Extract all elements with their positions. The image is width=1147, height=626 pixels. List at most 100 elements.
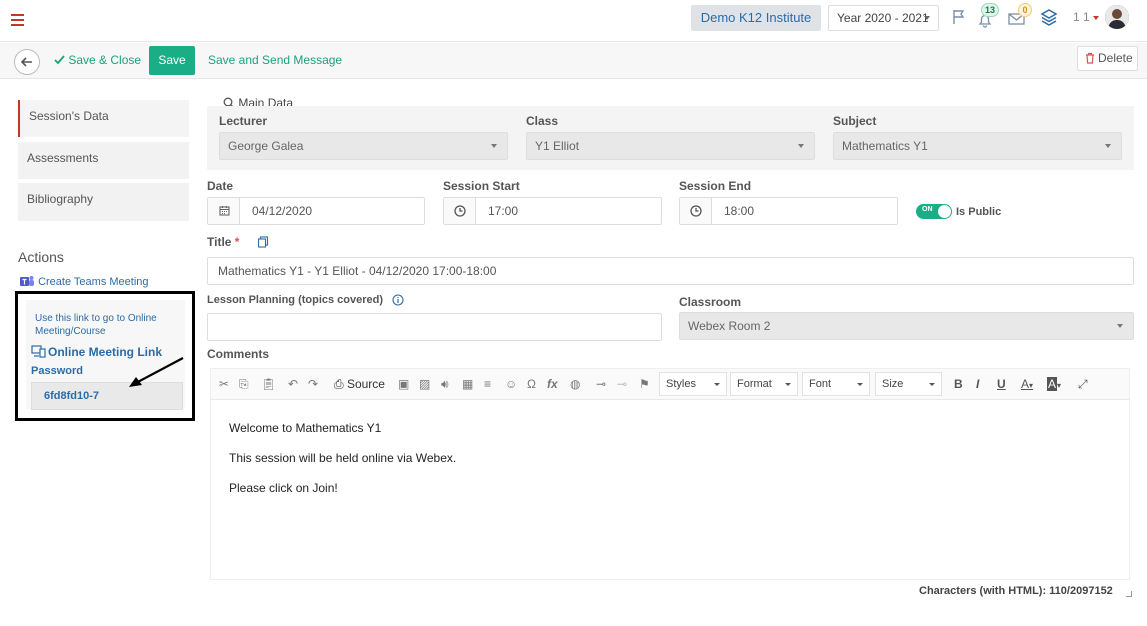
user-menu[interactable]: 1 1 xyxy=(1073,10,1099,24)
source-button[interactable]: ⎙ Source xyxy=(334,377,385,392)
styles-dropdown[interactable]: Styles xyxy=(659,372,727,396)
toggle-on-label: ON xyxy=(922,206,933,213)
teams-icon xyxy=(20,276,34,286)
math-formula-icon[interactable]: fx xyxy=(547,377,558,391)
top-bar: Demo K12 Institute Year 2020 - 2021 13 0… xyxy=(0,0,1147,42)
table-icon[interactable]: ▦ xyxy=(462,377,473,391)
editor-line: This session will be held online via Web… xyxy=(229,451,457,465)
online-meeting-box: Use this link to go to Online Meeting/Co… xyxy=(15,291,195,421)
create-teams-meeting-link[interactable]: Create Teams Meeting xyxy=(19,274,149,288)
check-icon xyxy=(54,55,65,65)
redo-icon[interactable]: ↷ xyxy=(308,377,318,391)
institute-selector[interactable]: Demo K12 Institute xyxy=(691,5,821,31)
undo-icon[interactable]: ↶ xyxy=(288,377,298,391)
sidebar-item-bibliography[interactable]: Bibliography xyxy=(18,183,189,221)
back-button[interactable] xyxy=(14,49,40,75)
copy-icon[interactable]: ⎘ xyxy=(239,377,249,392)
layers-icon[interactable] xyxy=(1040,8,1058,26)
teams-link-label: Create Teams Meeting xyxy=(38,276,149,288)
bold-button[interactable]: B xyxy=(954,377,963,391)
font-dropdown[interactable]: Font xyxy=(802,372,870,396)
date-value: 04/12/2020 xyxy=(252,204,313,218)
menu-icon[interactable] xyxy=(11,14,24,26)
devices-icon xyxy=(31,345,46,358)
image-icon[interactable]: ▣ xyxy=(398,377,409,391)
underline-button[interactable]: U xyxy=(997,377,1006,391)
clock-icon[interactable] xyxy=(680,198,712,224)
lesson-planning-label: Lesson Planning (topics covered) xyxy=(207,294,384,306)
globe-icon[interactable]: ◍ xyxy=(570,377,580,391)
class-select[interactable]: Y1 Elliot xyxy=(526,132,815,160)
resize-handle[interactable] xyxy=(1126,591,1132,597)
anchor-flag-icon[interactable]: ⚑ xyxy=(639,377,650,391)
comments-editor[interactable]: ✂ ⎘ 📋︎ ↶ ↷ ⎙ Source ▣ ▨ 🔊︎ ▦ ≡ ☺ Ω fx ◍ … xyxy=(210,368,1130,580)
link-hint: Use this link to go to Online Meeting/Co… xyxy=(35,313,157,337)
editor-toolbar: ✂ ⎘ 📋︎ ↶ ↷ ⎙ Source ▣ ▨ 🔊︎ ▦ ≡ ☺ Ω fx ◍ … xyxy=(211,369,1129,400)
sidebar-item-assessments[interactable]: Assessments xyxy=(18,142,189,179)
unlink-icon[interactable]: ⊸ xyxy=(617,377,627,391)
horizontal-line-icon[interactable]: ≡ xyxy=(484,377,491,391)
clock-icon[interactable] xyxy=(444,198,476,224)
classroom-label: Classroom xyxy=(679,295,742,309)
copy-icon[interactable] xyxy=(257,236,269,248)
classroom-select[interactable]: Webex Room 2 xyxy=(679,312,1134,340)
session-end-value: 18:00 xyxy=(724,204,755,218)
session-start-label: Session Start xyxy=(443,179,520,193)
chevron-down-icon xyxy=(857,383,863,386)
session-start-value: 17:00 xyxy=(488,204,519,218)
delete-button[interactable]: Delete xyxy=(1077,46,1138,71)
text-color-icon[interactable]: A▾ xyxy=(1021,377,1033,391)
audio-icon[interactable]: 🔊︎ xyxy=(441,377,449,392)
classroom-value: Webex Room 2 xyxy=(688,319,771,333)
italic-button[interactable]: I xyxy=(976,377,979,391)
size-dropdown[interactable]: Size xyxy=(875,372,942,396)
notifications-badge: 13 xyxy=(981,3,1000,17)
chevron-down-icon xyxy=(714,383,720,386)
format-dropdown[interactable]: Format xyxy=(730,372,798,396)
info-icon[interactable] xyxy=(392,294,404,306)
size-label: Size xyxy=(882,378,904,390)
editor-line: Welcome to Mathematics Y1 xyxy=(229,421,382,435)
smiley-icon[interactable]: ☺ xyxy=(505,377,517,391)
required-marker: * xyxy=(234,235,240,249)
avatar[interactable] xyxy=(1105,5,1129,29)
special-char-icon[interactable]: Ω xyxy=(527,377,536,391)
subject-label: Subject xyxy=(833,114,877,128)
user-name: 1 1 xyxy=(1073,10,1090,24)
sidebar-item-sessions-data[interactable]: Session's Data xyxy=(18,100,189,137)
calendar-icon[interactable] xyxy=(208,198,240,224)
messages-badge: 0 xyxy=(1018,3,1032,17)
date-field[interactable]: 04/12/2020 xyxy=(207,197,425,225)
save-button[interactable]: Save xyxy=(149,46,195,75)
action-bar: Save & Close Save Save and Send Message … xyxy=(0,43,1147,79)
trash-icon xyxy=(1086,52,1094,64)
comments-label: Comments xyxy=(207,347,270,361)
paste-icon[interactable]: 📋︎ xyxy=(261,377,276,391)
lecturer-value: George Galea xyxy=(228,139,304,153)
picture-icon[interactable]: ▨ xyxy=(419,377,430,391)
link-icon[interactable]: ⊸ xyxy=(596,377,606,391)
chevron-down-icon xyxy=(798,144,804,148)
session-start-field[interactable]: 17:00 xyxy=(443,197,662,225)
maximize-icon[interactable]: ⤢ xyxy=(1078,377,1088,392)
lesson-planning-input[interactable] xyxy=(207,313,662,341)
chevron-down-icon xyxy=(491,144,497,148)
subject-select[interactable]: Mathematics Y1 xyxy=(833,132,1122,160)
title-input[interactable]: Mathematics Y1 - Y1 Elliot - 04/12/2020 … xyxy=(207,257,1134,285)
cut-icon[interactable]: ✂ xyxy=(219,377,229,391)
online-meeting-panel: Use this link to go to Online Meeting/Co… xyxy=(26,300,185,410)
flag-icon[interactable] xyxy=(951,9,967,25)
background-color-icon[interactable]: A▾ xyxy=(1047,377,1061,391)
lecturer-select[interactable]: George Galea xyxy=(219,132,508,160)
is-public-toggle[interactable]: ON xyxy=(916,204,952,219)
session-end-field[interactable]: 18:00 xyxy=(679,197,898,225)
format-label: Format xyxy=(737,378,772,390)
class-label: Class xyxy=(526,114,559,128)
year-selector[interactable]: Year 2020 - 2021 xyxy=(828,5,939,31)
save-close-button[interactable]: Save & Close xyxy=(54,53,141,67)
year-label: Year 2020 - 2021 xyxy=(837,11,929,25)
save-close-label: Save & Close xyxy=(68,53,142,67)
character-count: Characters (with HTML): 110/2097152 xyxy=(919,585,1113,597)
actions-title: Actions xyxy=(18,249,64,265)
save-send-button[interactable]: Save and Send Message xyxy=(208,53,342,67)
